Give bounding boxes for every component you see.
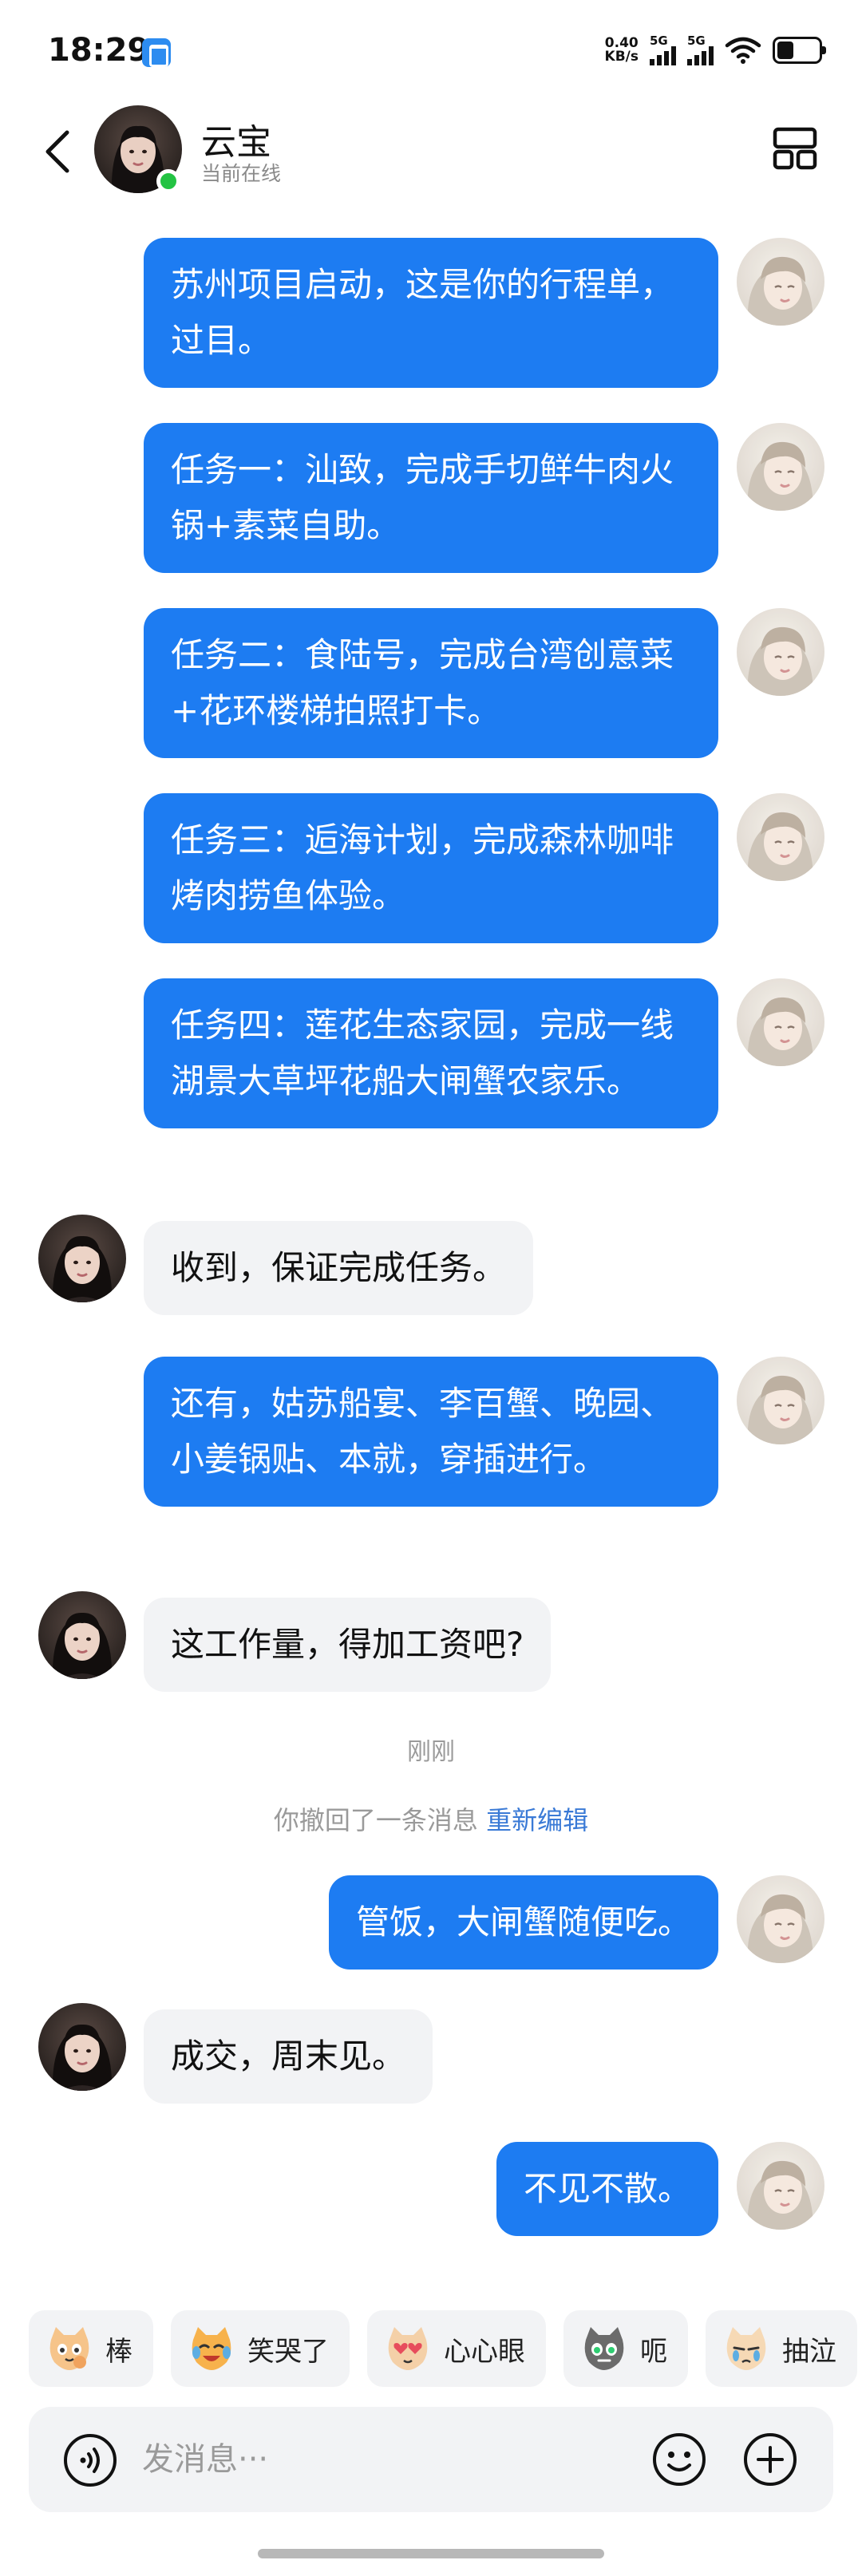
message-input-bar (29, 2407, 833, 2512)
my-avatar[interactable] (737, 1357, 824, 1444)
message-bubble-incoming[interactable]: 收到，保证完成任务。 (144, 1221, 534, 1315)
recall-notice: 你撤回了一条消息 重新编辑 (0, 1800, 862, 1837)
re-edit-link[interactable]: 重新编辑 (486, 1805, 588, 1835)
network-speed: 0.40 KB/s (604, 35, 639, 65)
reaction-label: 呃 (640, 2335, 667, 2368)
reaction-label: 心心眼 (444, 2335, 525, 2368)
cat-heart-eyes-icon (388, 2327, 428, 2370)
my-avatar[interactable] (737, 238, 824, 326)
status-time: 18:29 (48, 32, 150, 69)
my-avatar[interactable] (737, 608, 824, 696)
message-timestamp: 刚刚 (407, 1738, 455, 1766)
sim2-signal-icon: 5G (687, 35, 714, 65)
my-avatar[interactable] (737, 978, 824, 1066)
my-avatar[interactable] (737, 1875, 824, 1963)
contact-message-avatar[interactable] (38, 1215, 126, 1302)
cat-sob-icon (726, 2327, 766, 2370)
message-bubble-outgoing[interactable]: 任务二：食陆号，完成台湾创意菜+花环楼梯拍照打卡。 (144, 608, 718, 758)
my-avatar[interactable] (737, 2142, 824, 2230)
message-bubble-outgoing[interactable]: 还有，姑苏船宴、李百蟹、晚园、小姜锅贴、本就，穿插进行。 (144, 1357, 718, 1507)
wifi-icon (725, 37, 761, 64)
voice-input-icon[interactable] (62, 2432, 118, 2488)
notification-app-icon (142, 38, 171, 67)
reaction-label: 抽泣 (782, 2335, 836, 2368)
my-avatar[interactable] (737, 793, 824, 881)
reaction-label: 棒 (105, 2335, 132, 2368)
recall-notice-text: 你撤回了一条消息 (273, 1805, 478, 1835)
message-bubble-outgoing[interactable]: 任务四：莲花生态家园，完成一线湖景大草坪花船大闸蟹农家乐。 (144, 978, 718, 1128)
cat-laugh-cry-icon (192, 2327, 231, 2370)
reaction-chip-heart-eyes[interactable]: 心心眼 (367, 2310, 546, 2387)
online-status-dot (156, 169, 180, 193)
message-bubble-outgoing[interactable]: 任务一：汕致，完成手切鲜牛肉火锅+素菜自助。 (144, 423, 718, 573)
message-input[interactable] (142, 2431, 637, 2488)
cat-thumbs-up-icon (49, 2327, 89, 2370)
cat-awkward-icon (584, 2327, 624, 2370)
reaction-chip-laugh-cry[interactable]: 笑哭了 (171, 2310, 350, 2387)
message-bubble-outgoing[interactable]: 不见不散。 (496, 2142, 718, 2236)
my-avatar[interactable] (737, 423, 824, 511)
battery-level (777, 41, 793, 59)
contact-message-avatar[interactable] (38, 1591, 126, 1679)
message-bubble-outgoing[interactable]: 管饭，大闸蟹随便吃。 (328, 1875, 718, 1970)
reaction-chip-sob[interactable]: 抽泣 (706, 2310, 857, 2387)
contact-message-avatar[interactable] (38, 2003, 126, 2091)
sim1-signal-icon: 5G (650, 35, 676, 65)
chat-settings-icon[interactable] (771, 124, 819, 172)
contact-online-status: 当前在线 (201, 162, 282, 185)
message-bubble-incoming[interactable]: 这工作量，得加工资吧? (144, 1598, 552, 1692)
contact-name[interactable]: 云宝 (201, 113, 271, 164)
reaction-label: 笑哭了 (247, 2335, 329, 2368)
emoji-icon[interactable] (651, 2432, 707, 2487)
status-bar: 18:29 0.40 KB/s 5G 5G (0, 0, 862, 96)
back-arrow-icon[interactable] (40, 128, 75, 176)
message-bubble-outgoing[interactable]: 苏州项目启动，这是你的行程单，过目。 (144, 238, 718, 388)
home-indicator[interactable] (258, 2549, 604, 2558)
message-bubble-incoming[interactable]: 成交，周末见。 (144, 2009, 433, 2104)
reaction-chip-awkward[interactable]: 呃 (563, 2310, 688, 2387)
battery-icon (773, 37, 826, 64)
quick-reaction-bar[interactable]: 棒 笑哭了 心心眼 呃 抽泣 (29, 2310, 857, 2387)
message-bubble-outgoing[interactable]: 任务三：逅海计划，完成森林咖啡烤肉捞鱼体验。 (144, 793, 718, 943)
chat-header: 云宝 当前在线 (0, 96, 862, 207)
reaction-chip-thumbs-up[interactable]: 棒 (29, 2310, 153, 2387)
more-actions-plus-icon[interactable] (742, 2432, 798, 2487)
status-indicators: 0.40 KB/s 5G 5G (604, 35, 826, 65)
